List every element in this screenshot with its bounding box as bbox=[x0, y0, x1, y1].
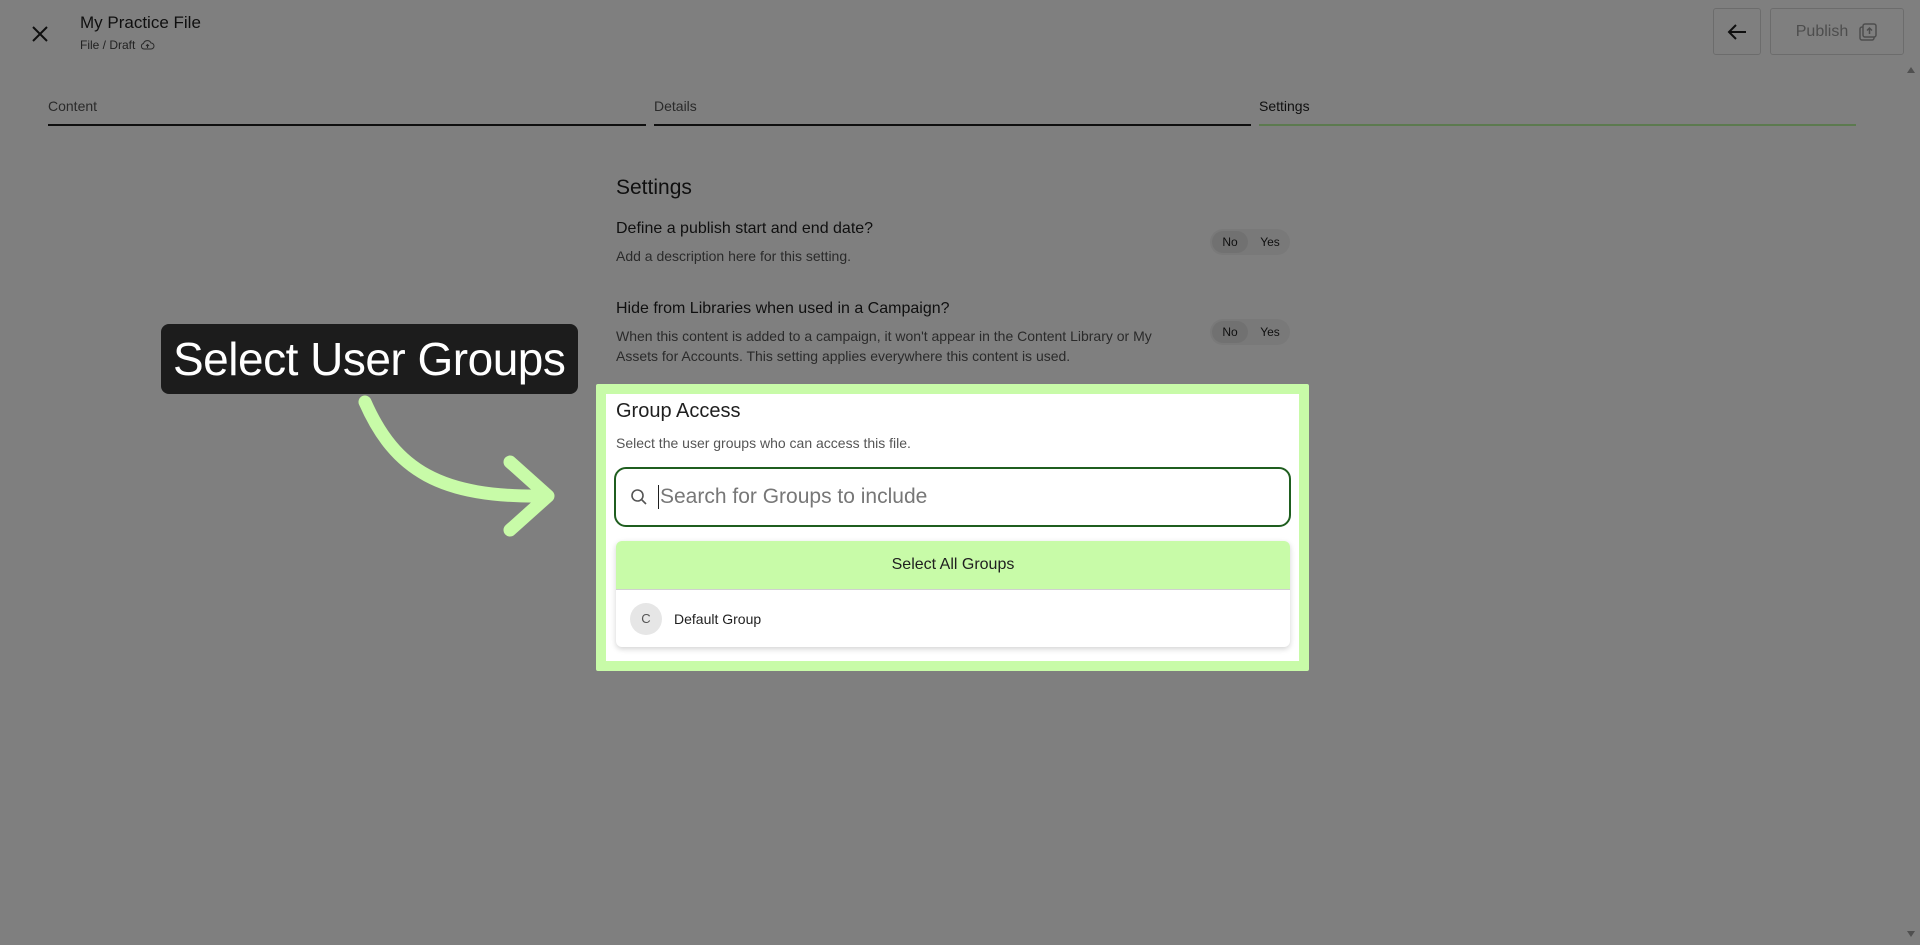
setting-question-hide-libraries: Hide from Libraries when used in a Campa… bbox=[616, 300, 950, 317]
breadcrumb: File / Draft bbox=[80, 38, 155, 52]
group-dropdown: Select All Groups C Default Group bbox=[616, 541, 1290, 647]
toggle-hide-libraries[interactable]: No Yes bbox=[1210, 319, 1290, 345]
arrow-left-icon bbox=[1727, 23, 1746, 40]
group-name: Default Group bbox=[674, 610, 762, 627]
toggle-yes[interactable]: Yes bbox=[1252, 231, 1288, 253]
group-search-box[interactable] bbox=[614, 467, 1291, 527]
close-icon bbox=[32, 26, 48, 42]
toggle-no[interactable]: No bbox=[1212, 321, 1248, 343]
search-icon bbox=[630, 488, 648, 506]
breadcrumb-text: File / Draft bbox=[80, 38, 136, 52]
editor-page: My Practice File File / Draft Publish Co… bbox=[0, 0, 1920, 945]
cloud-upload-icon bbox=[141, 40, 155, 50]
file-title: My Practice File bbox=[80, 13, 201, 32]
text-caret bbox=[658, 485, 659, 509]
scroll-up-icon[interactable] bbox=[1906, 66, 1916, 74]
publish-label: Publish bbox=[1795, 22, 1849, 40]
group-access-title: Group Access bbox=[616, 400, 741, 422]
back-button[interactable] bbox=[1713, 8, 1761, 55]
group-option-default[interactable]: C Default Group bbox=[616, 590, 1290, 647]
step-details[interactable]: Details bbox=[654, 96, 1251, 126]
setting-description-hide-libraries: When this content is added to a campaign… bbox=[616, 328, 1152, 364]
step-settings-bar bbox=[1259, 124, 1856, 126]
publish-icon bbox=[1859, 22, 1877, 41]
step-settings[interactable]: Settings bbox=[1259, 96, 1856, 126]
step-details-bar bbox=[654, 124, 1251, 126]
close-button[interactable] bbox=[26, 20, 54, 48]
step-content[interactable]: Content bbox=[48, 96, 646, 126]
tutorial-callout: Select User Groups bbox=[161, 324, 578, 394]
toggle-publish-dates[interactable]: No Yes bbox=[1210, 229, 1290, 255]
setting-question-publish-dates: Define a publish start and end date? bbox=[616, 220, 874, 237]
curved-arrow-icon bbox=[358, 395, 555, 537]
step-content-label: Content bbox=[48, 98, 98, 114]
publish-button[interactable]: Publish bbox=[1770, 8, 1904, 55]
setting-description-publish-dates: Add a description here for this setting. bbox=[616, 248, 852, 264]
toggle-no[interactable]: No bbox=[1212, 231, 1248, 253]
settings-title: Settings bbox=[616, 176, 692, 199]
step-settings-label: Settings bbox=[1259, 98, 1310, 114]
select-all-groups-button[interactable]: Select All Groups bbox=[616, 541, 1290, 590]
group-avatar: C bbox=[630, 602, 662, 635]
callout-text: Select User Groups bbox=[173, 333, 566, 385]
group-search-input[interactable] bbox=[660, 485, 1260, 509]
step-details-label: Details bbox=[654, 98, 697, 114]
scroll-down-icon[interactable] bbox=[1906, 930, 1916, 938]
step-content-bar bbox=[48, 124, 646, 126]
toggle-yes[interactable]: Yes bbox=[1252, 321, 1288, 343]
group-access-description: Select the user groups who can access th… bbox=[616, 435, 911, 451]
